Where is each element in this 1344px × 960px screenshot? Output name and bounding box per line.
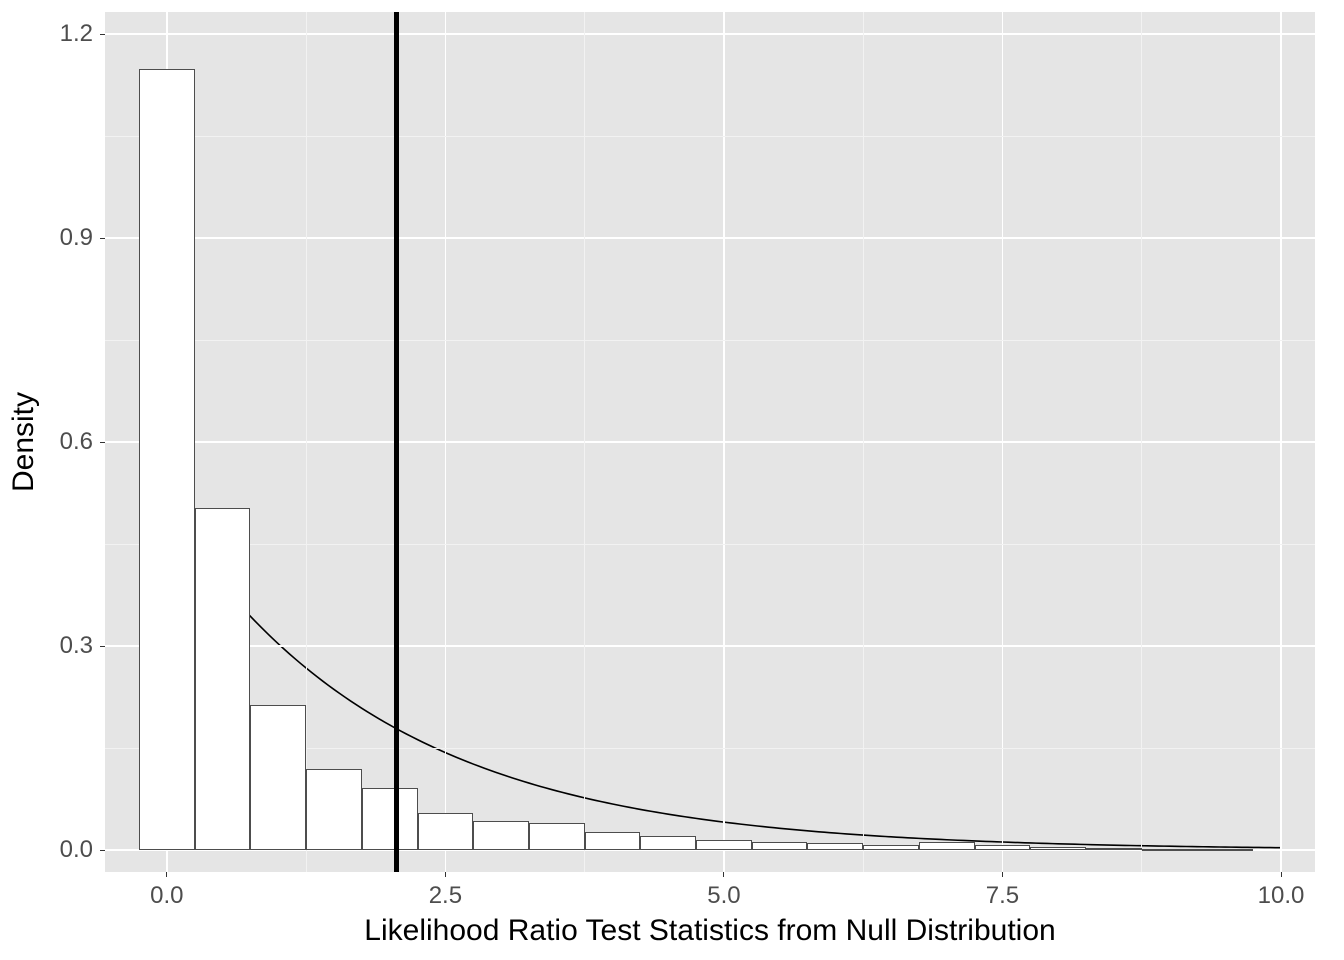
grid-minor-h <box>105 340 1315 341</box>
histogram-bar <box>418 813 474 850</box>
grid-minor-h <box>105 544 1315 545</box>
chart-container: Density Likelihood Ratio Test Statistics… <box>0 0 1344 960</box>
x-tick-mark <box>166 872 167 877</box>
histogram-bar <box>640 836 696 850</box>
y-tick-label: 0.3 <box>0 632 93 660</box>
y-tick-mark <box>100 34 105 35</box>
histogram-bar <box>250 705 306 850</box>
histogram-bar <box>863 845 919 850</box>
histogram-bar <box>752 842 808 850</box>
histogram-bar <box>195 508 251 850</box>
histogram-bar <box>306 769 362 850</box>
y-tick-mark <box>100 850 105 851</box>
histogram-bar <box>1086 848 1142 850</box>
y-tick-mark <box>100 238 105 239</box>
x-tick-mark <box>1281 872 1282 877</box>
histogram-bar <box>919 842 975 850</box>
histogram-bar <box>585 832 641 850</box>
x-tick-label: 5.0 <box>707 882 740 910</box>
histogram-bar <box>362 788 418 850</box>
grid-major-h <box>105 237 1315 239</box>
x-tick-label: 7.5 <box>986 882 1019 910</box>
y-tick-label: 0.9 <box>0 224 93 252</box>
histogram-bar <box>139 69 195 850</box>
histogram-bar <box>807 843 863 850</box>
x-tick-label: 0.0 <box>150 882 183 910</box>
histogram-bar <box>529 823 585 850</box>
plot-panel <box>105 12 1315 872</box>
grid-minor-v <box>584 12 585 872</box>
grid-minor-v <box>1141 12 1142 872</box>
histogram-bar <box>1030 847 1086 850</box>
x-tick-mark <box>1002 872 1003 877</box>
histogram-bar <box>696 840 752 850</box>
grid-major-h <box>105 645 1315 647</box>
x-tick-label: 10.0 <box>1258 882 1305 910</box>
y-tick-mark <box>100 646 105 647</box>
grid-major-h <box>105 441 1315 443</box>
histogram-bar <box>1197 849 1253 851</box>
vertical-reference-line <box>394 12 399 872</box>
y-tick-label: 0.0 <box>0 836 93 864</box>
histogram-bar <box>1142 849 1198 851</box>
x-tick-mark <box>723 872 724 877</box>
histogram-bar <box>975 845 1031 850</box>
y-tick-label: 1.2 <box>0 20 93 48</box>
histogram-bar <box>473 821 529 850</box>
grid-minor-h <box>105 136 1315 137</box>
x-axis-title: Likelihood Ratio Test Statistics from Nu… <box>364 914 1055 948</box>
x-tick-mark <box>445 872 446 877</box>
y-tick-mark <box>100 442 105 443</box>
grid-major-h <box>105 33 1315 35</box>
y-tick-label: 0.6 <box>0 428 93 456</box>
x-tick-label: 2.5 <box>429 882 462 910</box>
grid-minor-v <box>863 12 864 872</box>
